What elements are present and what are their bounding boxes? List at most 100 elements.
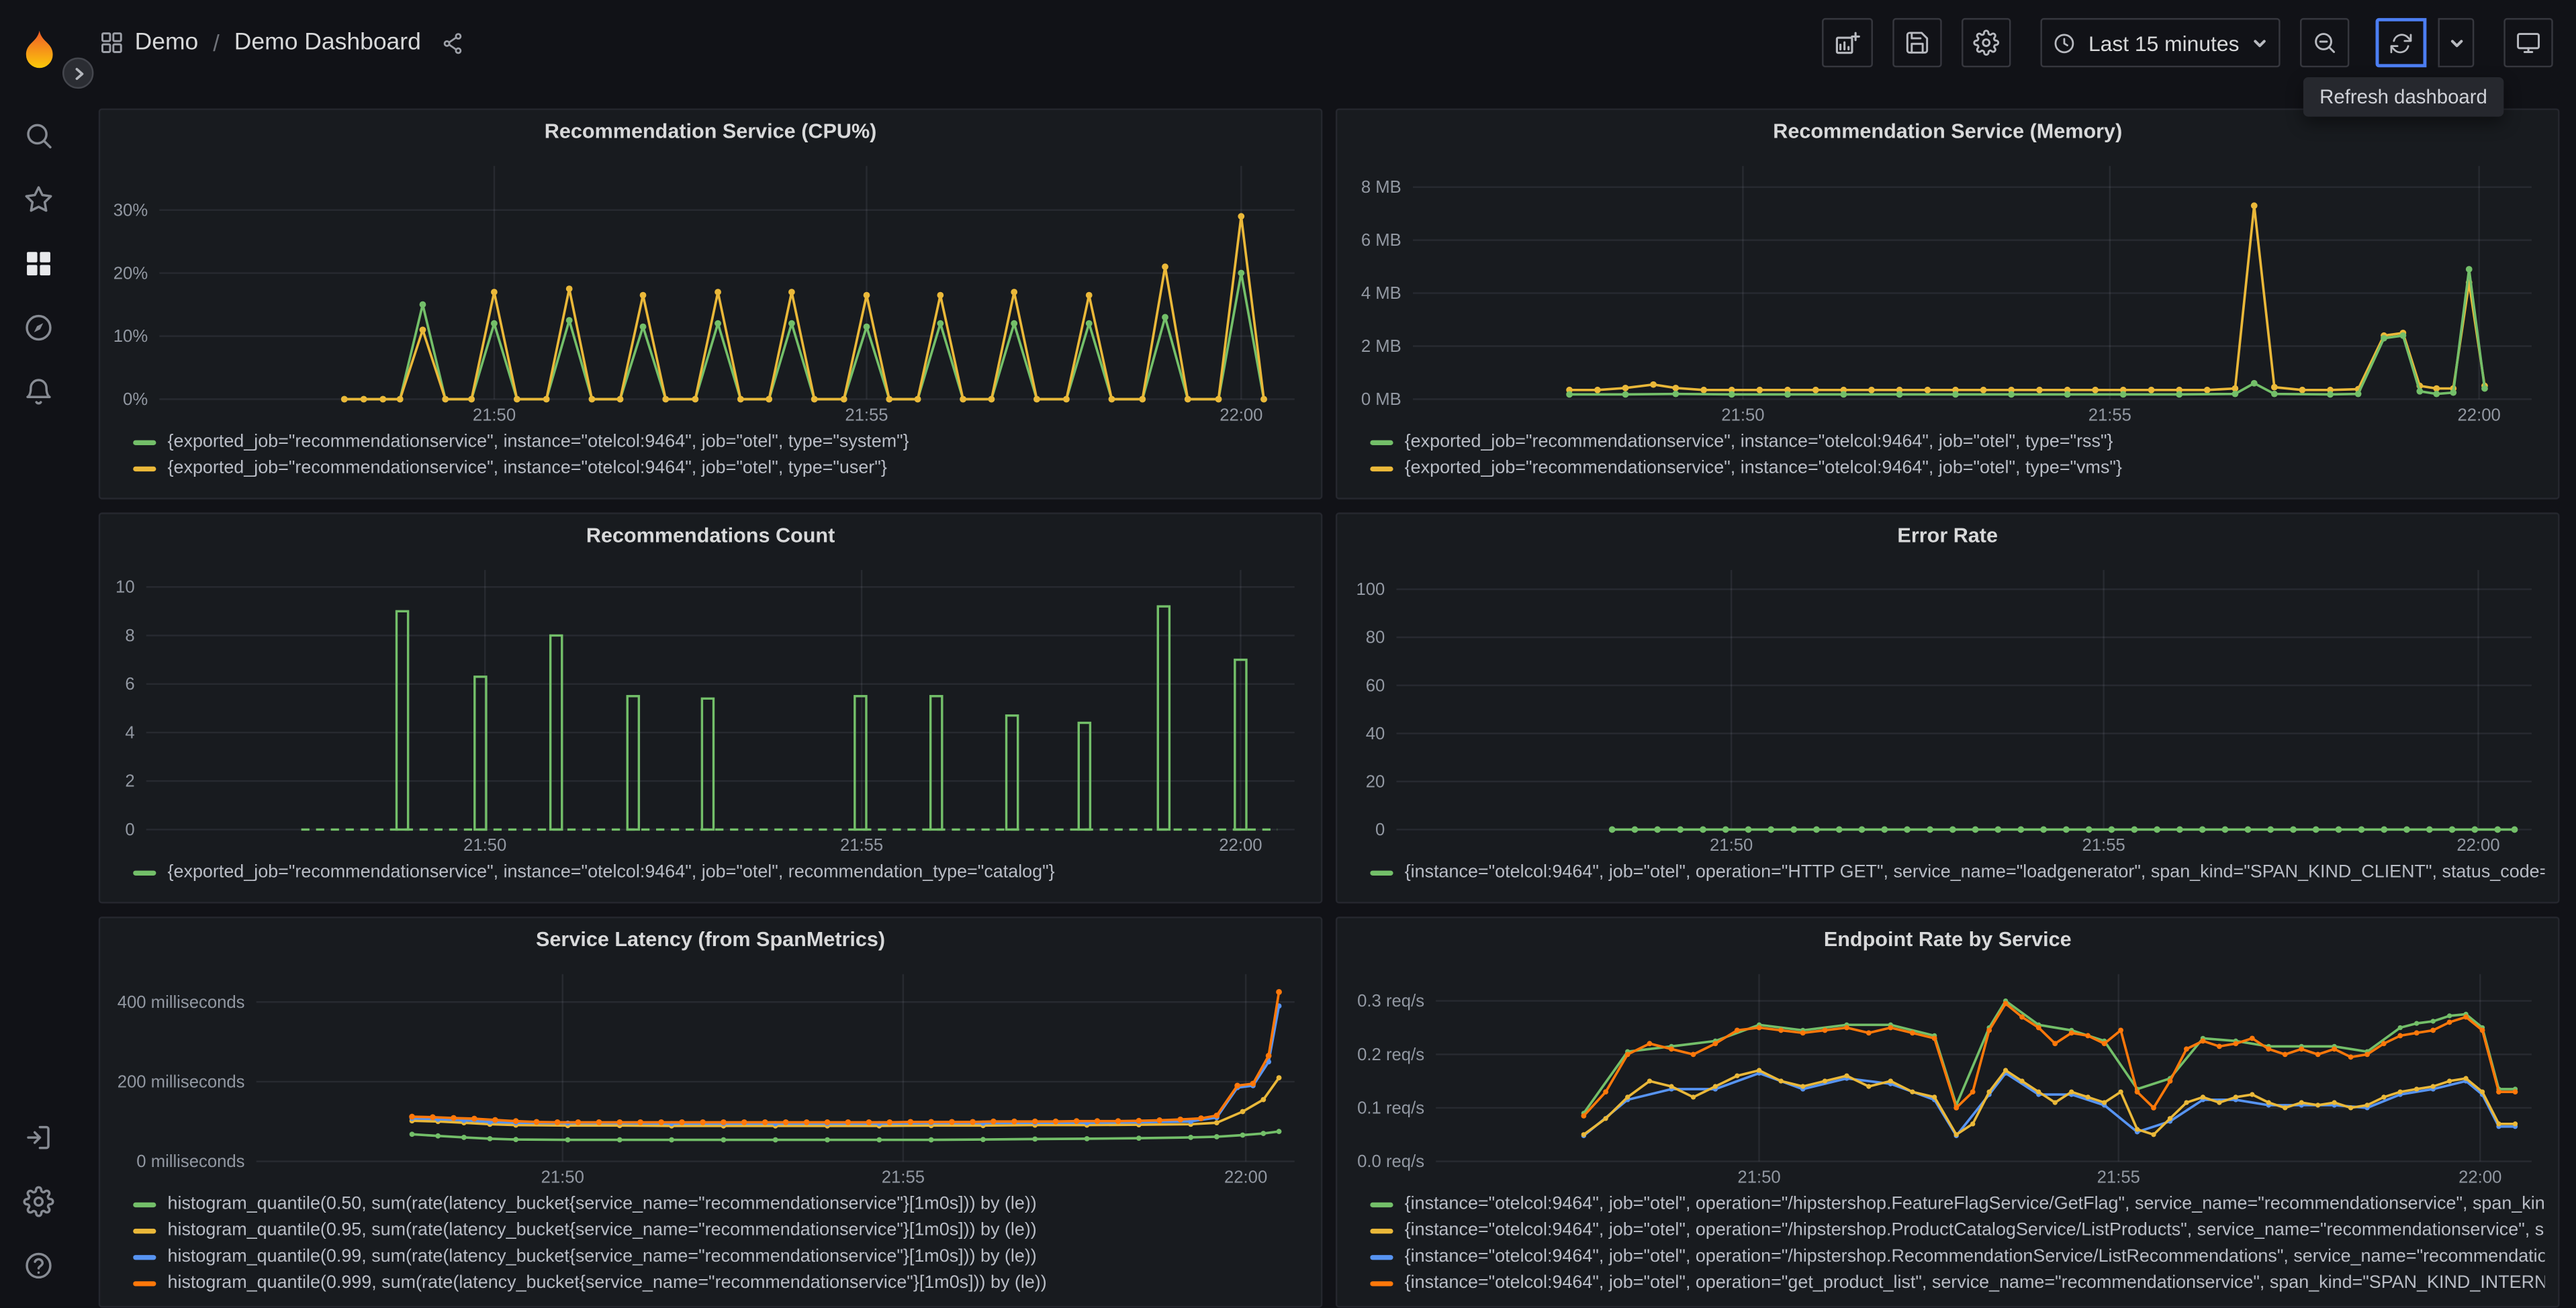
legend-item: {instance="otelcol:9464", job="otel", op… (1370, 1191, 2545, 1217)
dashboards-icon[interactable] (6, 232, 72, 295)
legend-label[interactable]: {exported_job="recommendationservice", i… (168, 432, 909, 451)
legend-item: {instance="otelcol:9464", job="otel", op… (1370, 1244, 2545, 1270)
legend-item: histogram_quantile(0.999, sum(rate(laten… (133, 1270, 1307, 1296)
help-icon[interactable] (6, 1233, 72, 1297)
refresh-dashboard-button[interactable] (2375, 17, 2427, 68)
legend-label[interactable]: {instance="otelcol:9464", job="otel", op… (1405, 1273, 2545, 1293)
legend-item: {exported_job="recommendationservice", i… (1370, 455, 2544, 481)
legend-item: histogram_quantile(0.50, sum(rate(latenc… (133, 1191, 1307, 1217)
legend-label[interactable]: histogram_quantile(0.999, sum(rate(laten… (168, 1273, 1047, 1293)
svg-text:2 MB: 2 MB (1361, 337, 1401, 356)
legend-swatch (133, 439, 156, 445)
settings-gear-icon[interactable] (6, 1170, 72, 1233)
svg-text:10: 10 (116, 578, 135, 597)
legend-swatch (1370, 1254, 1393, 1260)
time-series-chart[interactable]: 0 20 40 60 80 100 21:50 21:55 22:00 (1337, 557, 2555, 855)
legend-label[interactable]: histogram_quantile(0.50, sum(rate(latenc… (168, 1195, 1037, 1214)
svg-text:4: 4 (125, 724, 134, 743)
time-range-picker[interactable]: Last 15 minutes (2041, 17, 2281, 68)
svg-text:21:55: 21:55 (2097, 1168, 2140, 1186)
legend-item: {instance="otelcol:9464", job="otel", op… (1370, 1217, 2545, 1244)
grafana-logo[interactable] (6, 16, 72, 80)
svg-text:22:00: 22:00 (1224, 1168, 1267, 1186)
legend-label[interactable]: {exported_job="recommendationservice", i… (1405, 459, 2122, 478)
legend-label[interactable]: {instance="otelcol:9464", job="otel", op… (1405, 862, 2545, 882)
legend: {instance="otelcol:9464", job="otel", op… (1337, 1188, 2558, 1303)
time-series-chart[interactable]: 0% 10% 20% 30% 21:50 21:55 22:00 (100, 153, 1318, 426)
add-panel-button[interactable] (1822, 17, 1874, 68)
legend-label[interactable]: {exported_job="recommendationservice", i… (1405, 432, 2113, 451)
legend: {exported_job="recommendationservice", i… (1337, 426, 2558, 488)
legend: histogram_quantile(0.50, sum(rate(latenc… (100, 1188, 1321, 1303)
alerting-bell-icon[interactable] (6, 360, 72, 424)
svg-text:22:00: 22:00 (2456, 836, 2499, 855)
svg-text:8 MB: 8 MB (1361, 178, 1401, 197)
svg-text:4 MB: 4 MB (1361, 284, 1401, 303)
sign-in-icon[interactable] (6, 1105, 72, 1169)
svg-text:0.0 req/s: 0.0 req/s (1357, 1152, 1424, 1171)
legend-item: {instance="otelcol:9464", job="otel", op… (1370, 859, 2545, 885)
search-icon[interactable] (6, 103, 72, 167)
refresh-tooltip: Refresh dashboard (2303, 77, 2504, 117)
legend-label[interactable]: {instance="otelcol:9464", job="otel", op… (1405, 1247, 2545, 1266)
svg-text:0: 0 (125, 821, 134, 839)
time-series-chart[interactable]: 0 milliseconds 200 milliseconds 400 millis… (100, 961, 1318, 1188)
chevron-down-icon (2254, 39, 2266, 46)
legend-swatch (1370, 1227, 1393, 1233)
refresh-interval-caret-button[interactable] (2438, 17, 2475, 68)
svg-text:21:55: 21:55 (882, 1168, 925, 1186)
legend-swatch (133, 1227, 156, 1233)
svg-text:21:50: 21:50 (473, 406, 516, 424)
panel-title[interactable]: Recommendations Count (100, 514, 1321, 557)
time-series-chart[interactable]: 0.0 req/s 0.1 req/s 0.2 req/s 0.3 req/s 21:5… (1337, 961, 2555, 1188)
svg-text:0 MB: 0 MB (1361, 390, 1401, 409)
panel-recommendation-memory: Recommendation Service (Memory) 0 MB 2 MB… (1335, 108, 2560, 500)
legend-swatch (133, 870, 156, 875)
tv-mode-button[interactable] (2503, 17, 2553, 68)
legend-label[interactable]: {exported_job="recommendationservice", i… (168, 459, 887, 478)
legend-swatch (133, 1280, 156, 1286)
svg-text:22:00: 22:00 (1220, 406, 1262, 424)
legend-item: {exported_job="recommendationservice", i… (1370, 429, 2544, 455)
svg-text:0.3 req/s: 0.3 req/s (1357, 992, 1424, 1011)
legend: {exported_job="recommendationservice", i… (100, 426, 1321, 488)
dashboard-settings-button[interactable] (1962, 17, 2011, 68)
bar-chart[interactable]: 0 2 4 6 8 10 21:50 21:55 22:00 (100, 557, 1318, 855)
svg-text:30%: 30% (113, 201, 148, 220)
panel-error-rate: Error Rate 0 20 40 60 80 100 21:50 21:55 22:00 {… (1335, 512, 2560, 904)
share-icon[interactable] (441, 30, 465, 55)
time-series-chart[interactable]: 0 MB 2 MB 4 MB 6 MB 8 MB 21:50 21:55 22:00 (1337, 153, 2555, 426)
save-dashboard-button[interactable] (1892, 17, 1943, 68)
star-icon[interactable] (6, 168, 72, 232)
breadcrumb-root[interactable]: Demo (135, 30, 199, 56)
dashboards-grid-icon[interactable] (99, 30, 125, 56)
svg-text:400 milliseconds: 400 milliseconds (118, 993, 245, 1012)
svg-text:22:00: 22:00 (2458, 1168, 2501, 1186)
svg-text:2: 2 (125, 772, 134, 791)
sidebar (0, 0, 77, 1307)
grafana-app: Demo / Demo Dashboard Last 15 minutes Re… (0, 0, 2576, 1308)
panel-title[interactable]: Service Latency (from SpanMetrics) (100, 919, 1321, 962)
zoom-out-button[interactable] (2300, 17, 2350, 68)
panel-title[interactable]: Endpoint Rate by Service (1337, 919, 2558, 962)
svg-text:200 milliseconds: 200 milliseconds (118, 1073, 245, 1092)
legend-label[interactable]: histogram_quantile(0.99, sum(rate(latenc… (168, 1247, 1037, 1266)
sidebar-expand-chevron[interactable] (62, 57, 94, 89)
panel-title[interactable]: Recommendation Service (CPU%) (100, 110, 1321, 153)
top-nav: Demo / Demo Dashboard Last 15 minutes (77, 0, 2576, 85)
legend-label[interactable]: {instance="otelcol:9464", job="otel", op… (1405, 1195, 2545, 1214)
legend-swatch (1370, 870, 1393, 875)
svg-text:10%: 10% (113, 327, 148, 346)
svg-text:21:55: 21:55 (2082, 836, 2125, 855)
legend-label[interactable]: {exported_job="recommendationservice", i… (168, 862, 1055, 882)
legend-label[interactable]: {instance="otelcol:9464", job="otel", op… (1405, 1221, 2545, 1240)
svg-text:22:00: 22:00 (2458, 406, 2501, 424)
legend-label[interactable]: histogram_quantile(0.95, sum(rate(latenc… (168, 1221, 1037, 1240)
explore-compass-icon[interactable] (6, 295, 72, 359)
panel-title[interactable]: Error Rate (1337, 514, 2558, 557)
breadcrumb-separator: / (213, 30, 220, 56)
legend-item: histogram_quantile(0.95, sum(rate(latenc… (133, 1217, 1307, 1244)
svg-text:21:50: 21:50 (1721, 406, 1764, 424)
panel-service-latency: Service Latency (from SpanMetrics) 0 mil… (98, 917, 1323, 1308)
svg-text:6 MB: 6 MB (1361, 231, 1401, 250)
